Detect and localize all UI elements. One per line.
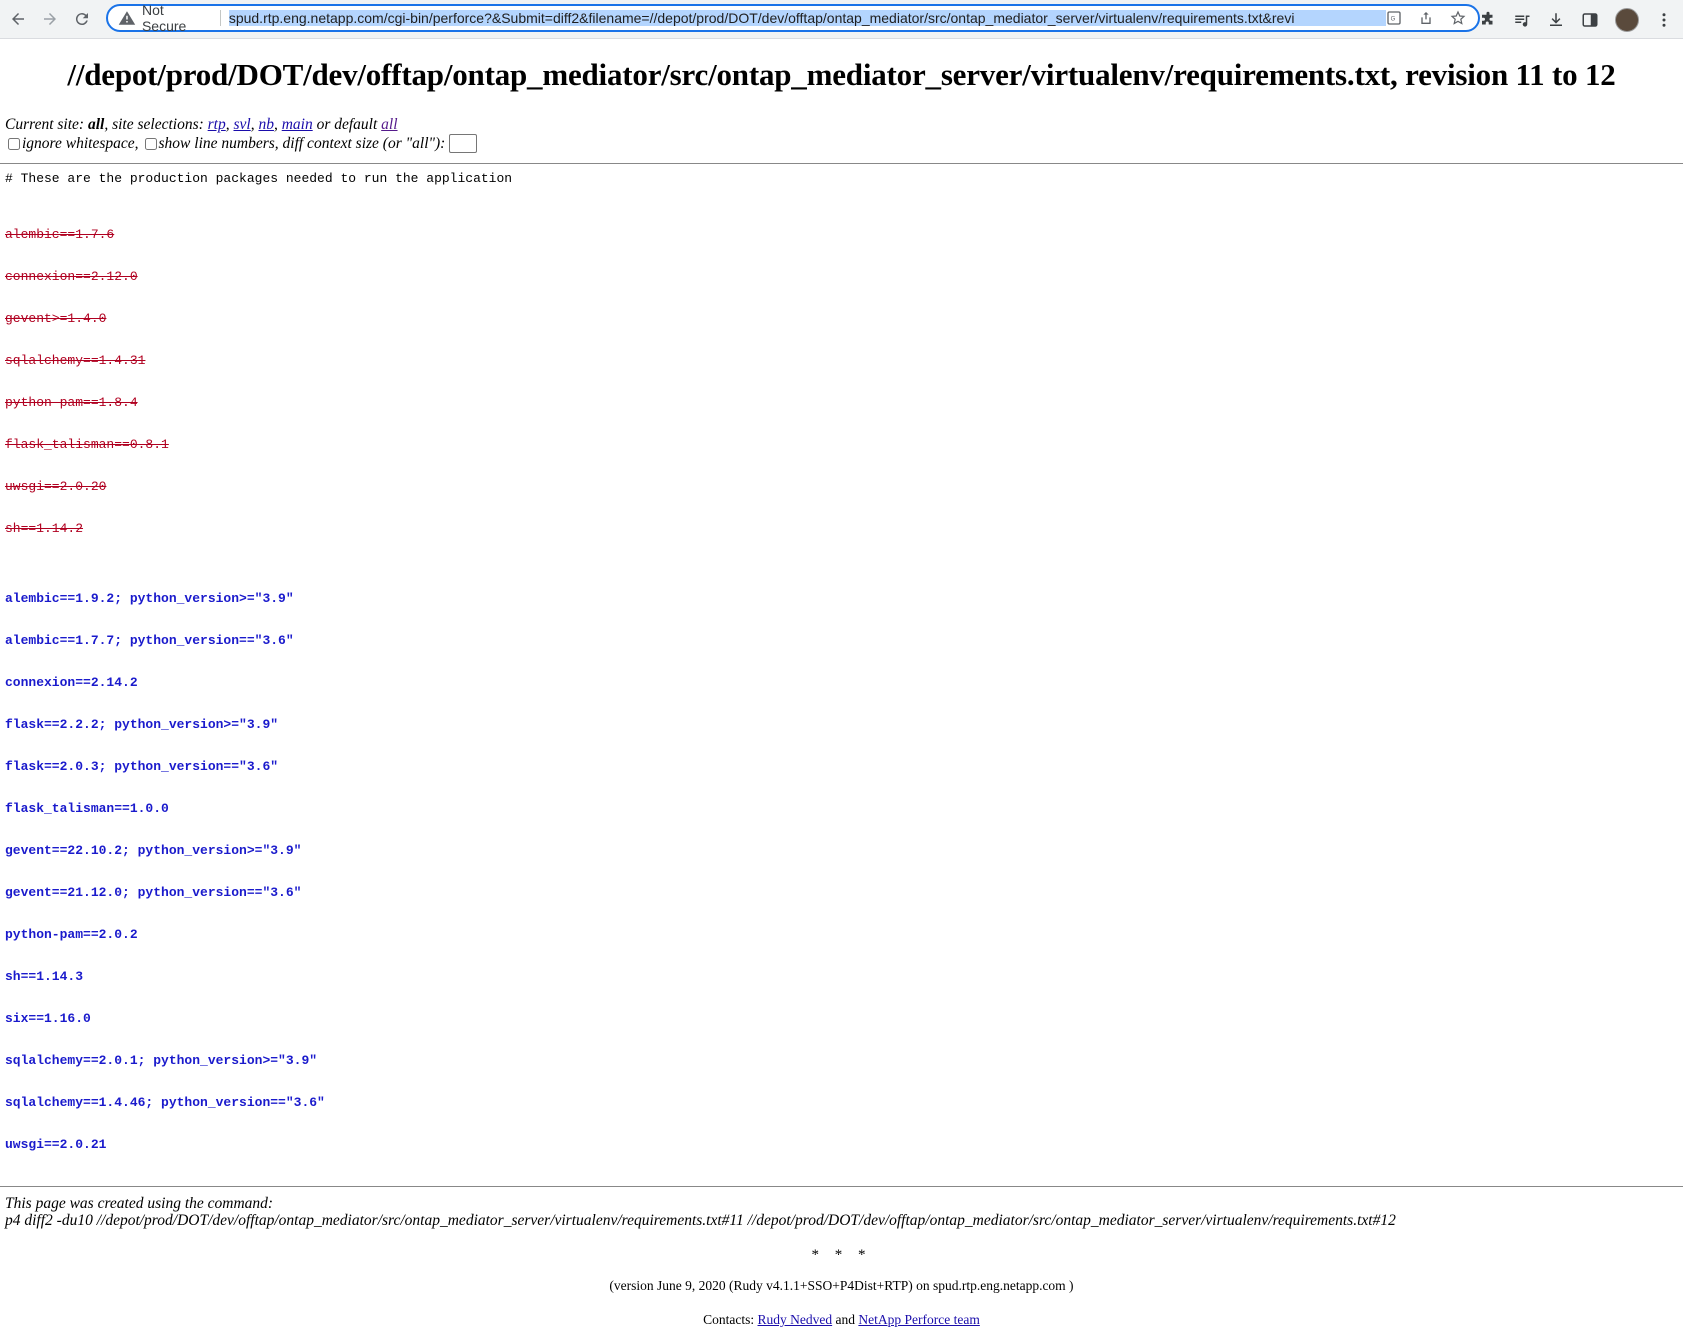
diff-comment-line: # These are the production packages need…: [5, 171, 513, 186]
removed-line: sqlalchemy==1.4.31: [5, 353, 146, 368]
show-line-numbers-checkbox[interactable]: [144, 137, 157, 150]
added-line: sqlalchemy==2.0.1; python_version>="3.9": [5, 1053, 318, 1068]
diff-removed-block: alembic==1.7.6 connexion==2.12.0 gevent>…: [5, 200, 1678, 564]
added-line: python-pam==2.0.2: [5, 927, 138, 942]
extensions-icon[interactable]: [1479, 11, 1497, 29]
bookmark-star-icon[interactable]: [1450, 10, 1466, 26]
context-size-input[interactable]: [449, 134, 478, 153]
contacts-label: Contacts:: [703, 1312, 758, 1327]
site-link-main[interactable]: main: [282, 116, 313, 133]
ignore-whitespace-label: ignore whitespace,: [22, 134, 139, 152]
warning-icon: [118, 11, 136, 25]
command-info: This page was created using the command:…: [5, 1195, 1678, 1229]
removed-line: sh==1.14.2: [5, 521, 84, 536]
site-link-rtp[interactable]: rtp: [208, 116, 226, 133]
added-line: sh==1.14.3: [5, 969, 84, 984]
added-line: flask_talisman==1.0.0: [5, 801, 169, 816]
url-text[interactable]: spud.rtp.eng.netapp.com/cgi-bin/perforce…: [228, 10, 1386, 26]
side-panel-icon[interactable]: [1581, 11, 1599, 29]
download-icon[interactable]: [1547, 11, 1565, 29]
svg-text:G: G: [1391, 17, 1396, 23]
diff-options: ignore whitespace, show line numbers, di…: [5, 134, 1678, 153]
removed-line: flask_talisman==0.8.1: [5, 437, 169, 452]
profile-avatar[interactable]: [1615, 8, 1639, 32]
site-link-nb[interactable]: nb: [258, 116, 274, 133]
site-middle-text: , site selections:: [104, 116, 208, 133]
site-link-svl[interactable]: svl: [233, 116, 250, 133]
reload-icon: [75, 13, 88, 26]
added-line: sqlalchemy==1.4.46; python_version=="3.6…: [5, 1095, 325, 1110]
line-numbers-label: show line numbers, diff context size (or…: [158, 134, 446, 152]
page-content: //depot/prod/DOT/dev/offtap/ontap_mediat…: [0, 57, 1683, 1328]
ignore-whitespace-checkbox[interactable]: [8, 137, 20, 150]
arrow-left-icon: [12, 13, 24, 25]
contact-link-rudy[interactable]: Rudy Nedved: [758, 1312, 833, 1327]
divider-bottom: [0, 1186, 1683, 1187]
current-site: all: [87, 116, 105, 133]
added-line: alembic==1.7.7; python_version=="3.6": [5, 633, 294, 648]
forward-button[interactable]: [36, 5, 64, 33]
removed-line: connexion==2.12.0: [5, 269, 138, 284]
contacts: Contacts: Rudy Nedved and NetApp Perforc…: [5, 1312, 1678, 1328]
version-info: (version June 9, 2020 (Rudy v4.1.1+SSO+P…: [609, 1278, 1074, 1293]
removed-line: python-pam==1.8.4: [5, 395, 138, 410]
page-title: //depot/prod/DOT/dev/offtap/ontap_mediat…: [67, 57, 1616, 92]
removed-line: gevent>=1.4.0: [5, 311, 107, 326]
security-label[interactable]: Not Secure: [142, 2, 212, 34]
arrow-right-icon: [44, 13, 56, 25]
added-line: gevent==22.10.2; python_version>="3.9": [5, 843, 302, 858]
site-selection: Current site: all, site selections: rtp,…: [5, 116, 398, 133]
added-line: six==1.16.0: [5, 1011, 91, 1026]
share-icon[interactable]: [1418, 10, 1434, 26]
added-line: uwsgi==2.0.21: [5, 1137, 107, 1152]
site-link-default-all[interactable]: all: [381, 116, 397, 133]
separator-stars: * * *: [811, 1247, 872, 1263]
reload-button[interactable]: [68, 5, 96, 33]
omnibox-divider: [219, 10, 221, 26]
added-line: connexion==2.14.2: [5, 675, 138, 690]
browser-toolbar: Not Secure spud.rtp.eng.netapp.com/cgi-b…: [0, 0, 1683, 39]
translate-icon[interactable]: G: [1386, 10, 1402, 26]
contact-link-perforce-team[interactable]: NetApp Perforce team: [858, 1312, 979, 1327]
kebab-menu-icon[interactable]: [1655, 11, 1673, 29]
divider-top: [0, 163, 1683, 164]
diff-added-block: alembic==1.9.2; python_version>="3.9" al…: [5, 564, 1678, 1180]
removed-line: uwsgi==2.0.20: [5, 479, 107, 494]
added-line: gevent==21.12.0; python_version=="3.6": [5, 885, 302, 900]
site-prefix: Current site:: [5, 116, 88, 133]
added-line: alembic==1.9.2; python_version>="3.9": [5, 591, 294, 606]
added-line: flask==2.2.2; python_version>="3.9": [5, 717, 279, 732]
command-text: p4 diff2 -du10 //depot/prod/DOT/dev/offt…: [5, 1212, 1396, 1229]
back-button[interactable]: [4, 5, 32, 33]
media-control-icon[interactable]: [1513, 11, 1531, 29]
command-intro: This page was created using the command:: [5, 1195, 274, 1212]
site-default-text: or default: [312, 116, 382, 133]
address-bar[interactable]: Not Secure spud.rtp.eng.netapp.com/cgi-b…: [106, 2, 1480, 34]
contacts-and: and: [832, 1312, 859, 1327]
added-line: flask==2.0.3; python_version=="3.6": [5, 759, 279, 774]
removed-line: alembic==1.7.6: [5, 227, 115, 242]
